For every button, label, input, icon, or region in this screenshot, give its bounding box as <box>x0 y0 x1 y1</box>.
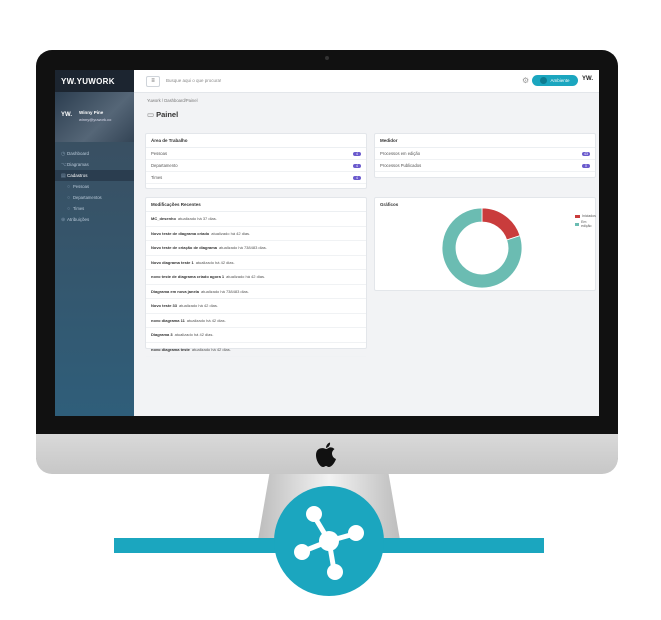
ambiente-label: Ambiente <box>550 78 570 83</box>
sidebar-item-label: Diagramas <box>67 162 89 167</box>
item-name: Diagrama 3 <box>151 332 173 338</box>
count-badge: 0 <box>582 163 590 168</box>
legend-label: Em edição <box>581 220 592 228</box>
legend-swatch <box>575 222 580 226</box>
count-badge: 4 <box>353 163 361 168</box>
graficos-card: Gráficos Iniciados Em edição <box>374 197 596 291</box>
item-name: Novo teste 33 <box>151 303 178 309</box>
item-time: atualizado há 42 dias. <box>179 303 218 309</box>
sidebar-item-label: Pessoas <box>73 184 90 189</box>
item-time: atualizado há 42 dias. <box>211 230 251 236</box>
camera-dot <box>325 56 329 60</box>
list-item[interactable]: novo teste de diagrama criado agora 1 atu… <box>146 270 366 285</box>
item-name: novo diagrama 11 <box>151 317 185 323</box>
sidebar-item-atribuicoes[interactable]: ⊕ Atribuições <box>55 214 134 225</box>
legend-label: Iniciados <box>582 214 596 218</box>
list-item[interactable]: Diagrama em nova janela atualizado há 738… <box>146 285 366 299</box>
sidebar-item-diagramas[interactable]: ⌥ Diagramas <box>55 159 134 170</box>
user-email: winny@yuwork.co <box>79 117 112 122</box>
legend-item[interactable]: Iniciados <box>575 214 596 218</box>
sidebar-nav: ◷ Dashboard ⌥ Diagramas ▤ Cadastros ○ Pessoa… <box>55 148 134 225</box>
row-label: Processos em edição <box>380 151 421 156</box>
dashboard-icon: ▭ <box>147 110 155 119</box>
breadcrumb[interactable]: Yuwork / Dashboard/Painel <box>147 98 198 103</box>
card-title: Medidor <box>375 134 595 148</box>
sidebar-item-label: Atribuições <box>67 217 90 222</box>
item-time: atualizado há 42 dias. <box>191 346 231 352</box>
item-time: atualizado há 738483 dias. <box>219 245 267 251</box>
page-title-text: Painel <box>156 110 179 119</box>
donut-slice-0[interactable] <box>481 207 521 241</box>
list-item[interactable]: MC_desenho atualizado há 37 dias. <box>146 212 366 227</box>
sidebar-item-pessoas[interactable]: ○ Pessoas <box>55 181 134 192</box>
list-item[interactable]: Novo teste de diagrama criado atualizado … <box>146 227 366 241</box>
count-badge: 4 <box>353 175 361 180</box>
item-time: atualizado há 42 dias. <box>174 332 214 338</box>
count-badge: 4 <box>353 151 361 156</box>
item-name: MC_desenho <box>151 216 176 222</box>
sidebar: YW.YUWORK YW. Winny Pine winny@yuwork.co… <box>55 70 134 416</box>
page-title: ▭ Painel <box>147 110 178 119</box>
item-name: Novo diagrama teste 1 <box>151 259 194 265</box>
item-name: Novo teste de criação de diagrama <box>151 245 218 251</box>
sidebar-item-label: Times <box>73 206 85 211</box>
item-time: atualizado há 37 dias. <box>177 216 217 222</box>
medidor-card: Medidor Processos em edição 43 Processos … <box>374 133 596 178</box>
network-icon <box>294 506 364 580</box>
gear-icon[interactable]: ⚙ <box>522 76 529 85</box>
menu-toggle-button[interactable]: ≡ <box>146 76 160 87</box>
company-logo: YW. <box>582 76 594 82</box>
list-item[interactable]: novo diagrama teste atualizado há 42 dias… <box>146 343 366 357</box>
item-name: novo diagrama teste <box>151 346 190 352</box>
item-time: atualizado há 42 dias. <box>195 259 235 265</box>
row-label: Pessoas <box>151 151 168 156</box>
count-badge: 43 <box>582 151 590 156</box>
legend-swatch <box>575 214 580 218</box>
sidebar-item-dashboard[interactable]: ◷ Dashboard <box>55 148 134 159</box>
list-item[interactable]: Novo teste 33 atualizado há 42 dias. <box>146 299 366 314</box>
app-screen: YW.YUWORK YW. Winny Pine winny@yuwork.co… <box>55 70 599 416</box>
row-label: Processos Publicados <box>380 163 422 168</box>
list-item[interactable]: novo diagrama 11 atualizado há 42 dias. <box>146 314 366 328</box>
search-input[interactable]: Busque aqui o que procura! <box>166 78 221 83</box>
sidebar-item-cadastros[interactable]: ▤ Cadastros <box>55 170 134 181</box>
sidebar-item-label: Dashboard <box>67 151 90 156</box>
item-name: novo teste de diagrama criado agora 1 <box>151 274 225 280</box>
card-title: Modificações Recentes <box>146 198 366 212</box>
list-item[interactable]: Processos em edição 43 <box>375 148 595 160</box>
donut-chart <box>441 207 523 289</box>
legend-item[interactable]: Em edição <box>575 220 595 228</box>
ambiente-button[interactable]: Ambiente <box>532 75 578 86</box>
sidebar-item-departamentos[interactable]: ○ Departamentos <box>55 192 134 203</box>
list-item[interactable]: Times 4 <box>146 172 366 184</box>
sidebar-item-times[interactable]: ○ Times <box>55 203 134 214</box>
row-label: Departamento <box>151 163 178 168</box>
apple-logo-icon <box>316 442 336 467</box>
item-name: Novo teste de diagrama criado <box>151 230 210 236</box>
item-time: atualizado há 42 dias. <box>186 317 226 323</box>
sidebar-item-label: Cadastros <box>67 173 88 178</box>
brand-circle <box>274 486 384 596</box>
user-name: Winny Pine <box>79 110 104 115</box>
list-item[interactable]: Novo teste de criação de diagrama atualiz… <box>146 241 366 256</box>
row-label: Times <box>151 175 163 180</box>
profile-card: YW. Winny Pine winny@yuwork.co <box>55 92 134 142</box>
list-item[interactable]: Pessoas 4 <box>146 148 366 160</box>
list-item[interactable]: Diagrama 3 atualizado há 42 dias. <box>146 328 366 343</box>
top-bar: ≡ Busque aqui o que procura! ⚙ Ambiente … <box>134 70 599 93</box>
app-logo[interactable]: YW.YUWORK <box>55 70 134 92</box>
item-time: atualizado há 42 dias. <box>226 274 266 280</box>
sidebar-item-label: Departamentos <box>73 195 102 200</box>
user-icon <box>540 77 548 85</box>
item-time: atualizado há 738483 dias. <box>201 288 249 294</box>
modificacoes-card: Modificações Recentes MC_desenho atualiza… <box>145 197 367 357</box>
list-item[interactable]: Processos Publicados 0 <box>375 160 595 172</box>
list-item[interactable]: Departamento 4 <box>146 160 366 172</box>
item-name: Diagrama em nova janela <box>151 288 200 294</box>
area-trabalho-card: Área de Trabalho Pessoas 4 Departamento 4 … <box>145 133 367 189</box>
card-title: Área de Trabalho <box>146 134 366 148</box>
avatar[interactable]: YW. <box>61 112 75 122</box>
list-item[interactable]: Novo diagrama teste 1 atualizado há 42 di… <box>146 256 366 270</box>
